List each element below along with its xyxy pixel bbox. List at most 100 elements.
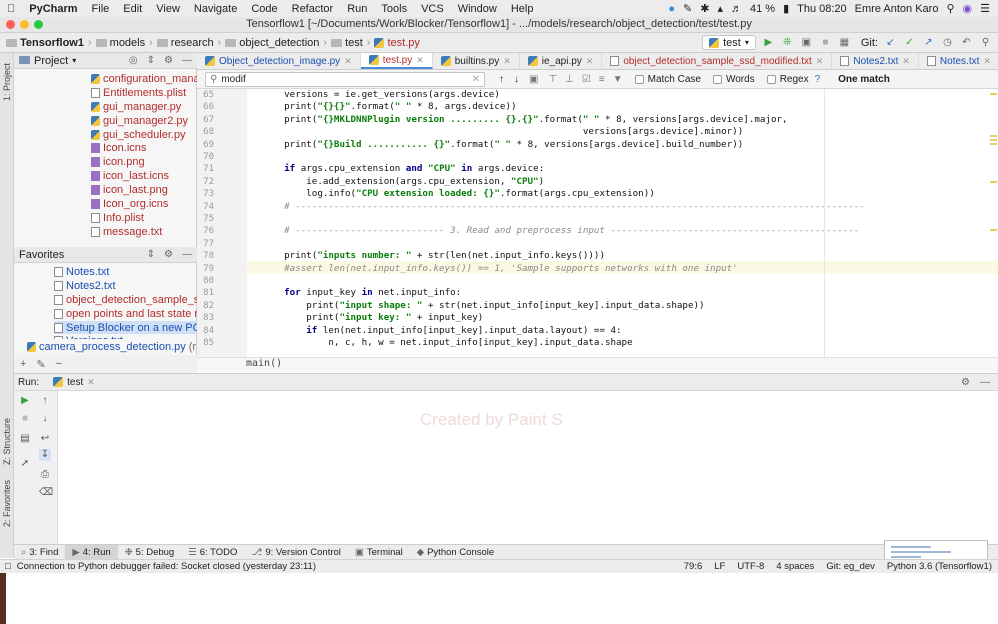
run-tab[interactable]: test ✕	[53, 377, 95, 388]
stop-icon[interactable]: ■	[819, 36, 832, 49]
line-separator[interactable]: LF	[714, 561, 725, 572]
gear-icon[interactable]: ⚙	[164, 249, 173, 260]
scroll-to-end-icon[interactable]: ↧	[39, 449, 51, 461]
next-occurrence-icon[interactable]: ↓	[514, 74, 519, 85]
bottom-tab[interactable]: ⌕ 3: Find	[14, 545, 65, 560]
restore-layout-icon[interactable]: ▤	[19, 433, 31, 445]
wifi-icon[interactable]: ▴	[717, 2, 723, 15]
git-branch[interactable]: Git: eg_dev	[826, 561, 875, 572]
battery-percent[interactable]: 41 %	[750, 3, 775, 15]
regex-help-link[interactable]: ?	[815, 74, 821, 85]
project-tool-tab[interactable]: 1: Project	[2, 63, 12, 101]
editor-tab[interactable]: Notes2.txt ✕	[832, 53, 919, 69]
siri-icon[interactable]: ◉	[963, 2, 973, 15]
run-configuration-select[interactable]: test ▾	[702, 35, 756, 50]
app-menu-pycharm[interactable]: PyCharm	[22, 3, 84, 15]
find-input[interactable]: ⚲ modif ✕	[205, 71, 485, 87]
close-tab-icon[interactable]: ✕	[416, 55, 424, 66]
menu-navigate[interactable]: Navigate	[187, 3, 244, 15]
clock[interactable]: Thu 08:20	[797, 3, 847, 15]
words-checkbox[interactable]: Words	[712, 74, 755, 85]
favorites-item-camera-process[interactable]: camera_process_detection.py (r	[27, 340, 197, 354]
user-name[interactable]: Emre Anton Karo	[855, 3, 939, 15]
editor-tab[interactable]: Notes.txt ✕	[919, 53, 998, 69]
collapse-all-icon[interactable]: ⇕	[147, 249, 155, 260]
remove-icon[interactable]: −	[56, 358, 62, 370]
bottom-tab[interactable]: ▶ 4: Run	[65, 544, 118, 560]
editor-tab[interactable]: builtins.py ✕	[433, 53, 520, 69]
hide-icon[interactable]: —	[182, 249, 192, 260]
skype-icon[interactable]: ●	[668, 3, 675, 15]
indent-setting[interactable]: 4 spaces	[776, 561, 814, 572]
remove-selection-icon[interactable]: ⊥	[565, 74, 574, 85]
select-all-icon[interactable]: ☑	[582, 74, 591, 85]
close-tab-icon[interactable]: ✕	[902, 56, 910, 67]
apple-icon[interactable]: 	[0, 3, 22, 15]
breadcrumb-models[interactable]: models	[93, 37, 148, 49]
match-case-checkbox[interactable]: Match Case	[634, 74, 701, 85]
coverage-icon[interactable]: ▣	[800, 36, 813, 49]
add-icon[interactable]: +	[20, 358, 26, 370]
menu-tools[interactable]: Tools	[374, 3, 414, 15]
scroll-up-icon[interactable]: ↑	[39, 395, 51, 407]
bottom-tab[interactable]: ⎇ 9: Version Control	[244, 545, 347, 560]
locate-icon[interactable]: ◎	[129, 55, 138, 66]
menu-window[interactable]: Window	[451, 3, 504, 15]
menu-view[interactable]: View	[149, 3, 187, 15]
bottom-tab[interactable]: ☰ 6: TODO	[181, 545, 244, 560]
battery-icon[interactable]: ▮	[783, 2, 789, 15]
menu-help[interactable]: Help	[504, 3, 541, 15]
editor-tab[interactable]: object_detection_sample_ssd_modified.txt…	[602, 53, 833, 69]
print-icon[interactable]: ⎙	[39, 469, 51, 481]
breadcrumb-object-detection[interactable]: object_detection	[222, 37, 322, 49]
bottom-tab[interactable]: ◆ Python Console	[410, 545, 501, 560]
collapse-all-icon[interactable]: ⇕	[147, 55, 155, 66]
project-panel-title[interactable]: Project	[34, 55, 68, 67]
notification-center-icon[interactable]: ☰	[980, 2, 990, 15]
favorites-tool-tab[interactable]: 2: Favorites	[2, 480, 12, 527]
scroll-icon[interactable]: ✎	[683, 2, 692, 15]
menu-run[interactable]: Run	[340, 3, 374, 15]
gear-icon[interactable]: ⚙	[164, 55, 173, 66]
editor-tab[interactable]: ie_api.py ✕	[520, 53, 603, 69]
chevron-down-icon[interactable]: ▾	[72, 56, 76, 65]
menu-file[interactable]: File	[85, 3, 117, 15]
bottom-tab[interactable]: ▣ Terminal	[348, 545, 410, 560]
bottom-tab[interactable]: ❉ 5: Debug	[118, 545, 182, 560]
editor-tab[interactable]: test.py ✕	[360, 53, 433, 69]
trash-icon[interactable]: ⌫	[39, 487, 53, 499]
close-tab-icon[interactable]: ✕	[503, 56, 511, 67]
close-tab-icon[interactable]: ✕	[983, 56, 991, 67]
close-icon[interactable]: ✕	[87, 377, 95, 388]
hide-icon[interactable]: —	[182, 55, 192, 66]
previous-occurrence-icon[interactable]: ↑	[499, 74, 504, 85]
search-everywhere-icon[interactable]: ⚲	[979, 36, 992, 49]
pin-icon[interactable]: ➚	[19, 458, 31, 470]
git-commit-icon[interactable]: ✓	[903, 36, 916, 49]
spotlight-icon[interactable]: ⚲	[946, 2, 954, 15]
structure-tool-tab[interactable]: Z: Structure	[2, 418, 12, 465]
rerun-icon[interactable]: ▶	[19, 395, 31, 407]
breadcrumb-test-folder[interactable]: test	[328, 37, 366, 49]
git-rollback-icon[interactable]: ↶	[960, 36, 973, 49]
menu-code[interactable]: Code	[244, 3, 284, 15]
filter-icon[interactable]: ▼	[613, 74, 623, 85]
debug-icon[interactable]: ❊	[781, 36, 794, 49]
gear-icon[interactable]: ⚙	[961, 377, 970, 388]
git-history-icon[interactable]: ◷	[941, 36, 954, 49]
menu-vcs[interactable]: VCS	[414, 3, 451, 15]
python-interpreter[interactable]: Python 3.6 (Tensorflow1)	[887, 561, 992, 572]
scroll-down-icon[interactable]: ↓	[39, 413, 51, 425]
close-tab-icon[interactable]: ✕	[344, 56, 352, 67]
volume-icon[interactable]: ♬	[731, 3, 742, 15]
close-tab-icon[interactable]: ✕	[816, 56, 824, 67]
breadcrumb-project[interactable]: Tensorflow1	[0, 37, 87, 49]
editor-scrollbar[interactable]	[988, 89, 998, 357]
menu-edit[interactable]: Edit	[116, 3, 149, 15]
menu-refactor[interactable]: Refactor	[285, 3, 341, 15]
bluetooth-icon[interactable]: ✱	[700, 2, 709, 15]
file-encoding[interactable]: UTF-8	[737, 561, 764, 572]
breadcrumb-research[interactable]: research	[154, 37, 217, 49]
caret-position[interactable]: 79:6	[684, 561, 703, 572]
stop-icon[interactable]: ■	[19, 413, 31, 425]
